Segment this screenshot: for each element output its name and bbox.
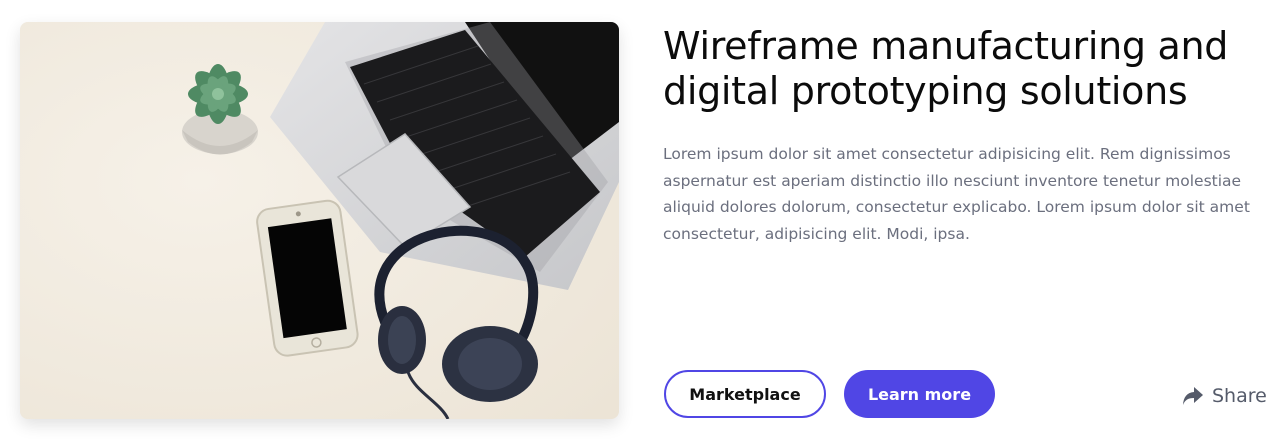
marketplace-button[interactable]: Marketplace [664,370,826,418]
learn-more-button[interactable]: Learn more [844,370,995,418]
desk-photo [20,22,619,419]
share-button[interactable]: Share [1182,383,1267,409]
card-image [20,22,619,419]
card-description: Lorem ipsum dolor sit amet consectetur a… [663,145,1250,243]
share-icon [1182,386,1204,406]
card-title: Wireframe manufacturing and digital prot… [663,24,1229,113]
card-content: Wireframe manufacturing and digital prot… [663,24,1263,247]
share-label: Share [1212,385,1267,407]
